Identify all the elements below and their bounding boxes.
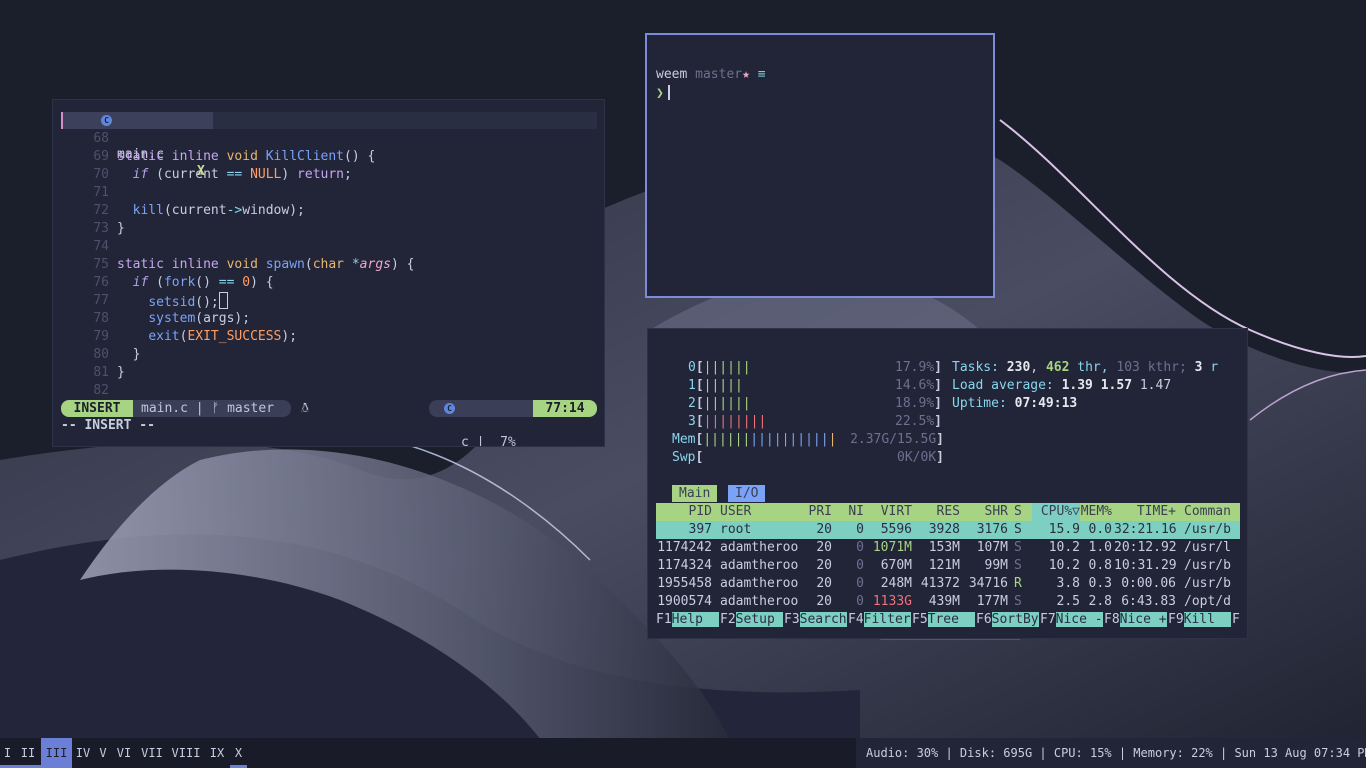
code-line: 70 if (current == NULL) return; <box>93 167 352 182</box>
f10-quit[interactable]: F <box>1232 611 1240 629</box>
code-line: 82 <box>93 383 109 398</box>
code-line: 74 <box>93 239 109 254</box>
terminal-cursor <box>667 85 670 100</box>
tab-main[interactable]: Main <box>672 485 718 502</box>
tab-io[interactable]: I/O <box>728 485 766 502</box>
cpu-meter: 0[|||||| <box>688 360 751 375</box>
htop-window[interactable]: 0[|||||| 17.9%] 1[||||| 14.6%] 2[|||||| … <box>647 328 1248 639</box>
uptime: Uptime: 07:49:13 <box>952 396 1078 411</box>
cpu-percent: 14.6%] <box>895 378 942 393</box>
col-user[interactable]: USER <box>720 503 804 521</box>
table-row[interactable]: 1174324 adamtheroo 20 0 670M 121M 99M S 10.2 0.8 1… <box>656 557 1240 575</box>
workspace-10[interactable]: X <box>230 738 247 768</box>
f7-nice-minus[interactable]: F7Nice - <box>1040 611 1103 629</box>
col-command[interactable]: Comman <box>1184 503 1240 521</box>
table-header: PID USER PRI NI VIRT RES SHR S CPU%▽ MEM… <box>656 503 1240 521</box>
cpu-percent: 17.9%] <box>895 360 942 375</box>
code-line: 78 system(args); <box>93 311 251 326</box>
statusline: INSERT main.c | ᚠ master 🐧︎ C c | 7% 77:… <box>61 400 597 446</box>
code-line: 71 <box>93 185 109 200</box>
col-res[interactable]: RES <box>914 503 960 521</box>
col-virt[interactable]: VIRT <box>866 503 912 521</box>
col-time[interactable]: TIME+ <box>1114 503 1176 521</box>
col-cpu[interactable]: CPU%▽ <box>1032 503 1080 521</box>
f8-nice-plus[interactable]: F8Nice + <box>1104 611 1167 629</box>
prompt-dir: weem <box>656 67 688 82</box>
tasks-summary: Tasks: 230, 462 thr, 103 kthr; 3 r <box>952 360 1219 375</box>
workspace-3[interactable]: III <box>41 738 72 768</box>
f3-search[interactable]: F3Search <box>784 611 847 629</box>
workspace-5[interactable]: V <box>94 738 112 768</box>
c-language-icon: C <box>444 403 455 414</box>
prompt-arrow-icon: ❯ <box>656 86 664 101</box>
stash-icon: ≡ <box>757 67 766 82</box>
command-line[interactable]: -- INSERT -- <box>61 418 155 433</box>
cursor-position: 77:14 <box>533 400 597 417</box>
tabline: C main.c X <box>61 112 597 179</box>
workspace-4[interactable]: IV <box>72 738 94 768</box>
filetype-segment: C c | 7% <box>429 400 533 446</box>
linux-icon: 🐧︎ <box>301 401 310 416</box>
code-line: 79 exit(EXIT_SUCCESS); <box>93 329 298 344</box>
load-average: Load average: 1.39 1.57 1.47 <box>952 378 1172 393</box>
table-row[interactable]: 1900574 adamtheroo 20 0 1133G 439M 177M S 2.5 2.8… <box>656 593 1240 611</box>
f2-setup[interactable]: F2Setup <box>720 611 783 629</box>
status-bar: I II III IV V VI VII VIII IX X Audio: 30… <box>0 738 1366 768</box>
cpu-percent: 18.9%] <box>895 396 942 411</box>
code-line: 76 if (fork() == 0) { <box>93 275 274 290</box>
table-row[interactable]: 1174242 adamtheroo 20 0 1071M 153M 107M S 10.2 1.… <box>656 539 1240 557</box>
f5-tree[interactable]: F5Tree <box>912 611 975 629</box>
memory-value: 2.37G/15.5G] <box>850 432 944 447</box>
col-mem[interactable]: MEM% <box>1080 503 1112 521</box>
workspace-8[interactable]: VIII <box>168 738 204 768</box>
code-line: 68 <box>93 131 109 146</box>
swap-value: 0K/0K] <box>897 450 944 465</box>
col-shr[interactable]: SHR <box>962 503 1008 521</box>
code-line: 75 static inline void spawn(char *args) { <box>93 257 415 272</box>
tab-main-c[interactable]: C main.c X <box>61 112 213 179</box>
cpu-meter: 1[||||| <box>688 378 743 393</box>
cpu-meter: 3[|||||||| <box>688 414 767 429</box>
code-line: 69 static inline void KillClient() { <box>93 149 376 164</box>
function-key-bar: F1Help F2Setup F3Search F4Filter F5Tree … <box>656 611 1240 629</box>
process-table[interactable]: PID USER PRI NI VIRT RES SHR S CPU%▽ MEM… <box>656 503 1240 611</box>
code-line: 73} <box>93 221 125 236</box>
f4-filter[interactable]: F4Filter <box>848 611 911 629</box>
workspace-1[interactable]: I <box>0 738 15 768</box>
prompt-line[interactable]: ❯ <box>656 85 670 101</box>
code-line: 80 } <box>93 347 141 362</box>
col-ni[interactable]: NI <box>836 503 864 521</box>
terminal-window[interactable]: weem master★ ≡ ❯ <box>645 33 995 298</box>
workspace-6[interactable]: VI <box>112 738 136 768</box>
file-branch-segment: main.c | ᚠ master <box>133 400 291 417</box>
prompt-info: weem master★ ≡ <box>656 67 766 82</box>
workspace-9[interactable]: IX <box>204 738 230 768</box>
workspace-7[interactable]: VII <box>136 738 168 768</box>
c-language-icon: C <box>101 115 112 126</box>
editor-window[interactable]: C main.c X 68 69 static inline void KillC… <box>52 99 605 447</box>
swap-meter: Swp[ <box>672 450 704 465</box>
mode-indicator: INSERT <box>61 400 133 417</box>
table-row[interactable]: 1955458 adamtheroo 20 0 248M 41372 34716 R 3.8 0.… <box>656 575 1240 593</box>
system-status: Audio: 30% | Disk: 695G | CPU: 15% | Mem… <box>856 738 1366 768</box>
code-line: 77 setsid(); <box>61 292 601 310</box>
code-line: 81} <box>93 365 125 380</box>
code-line: 72 kill(current->window); <box>93 203 305 218</box>
cpu-meter: 2[|||||| <box>688 396 751 411</box>
prompt-branch: master <box>695 67 743 82</box>
cpu-percent: 22.5%] <box>895 414 942 429</box>
f1-help[interactable]: F1Help <box>656 611 719 629</box>
memory-meter: Mem[||||||||||||||||| <box>672 432 837 447</box>
col-pid[interactable]: PID <box>656 503 712 521</box>
f9-kill[interactable]: F9Kill <box>1168 611 1231 629</box>
code-area[interactable]: 68 69 static inline void KillClient() { 7… <box>61 130 601 400</box>
f6-sortby[interactable]: F6SortBy <box>976 611 1039 629</box>
workspace-2[interactable]: II <box>15 738 41 768</box>
col-pri[interactable]: PRI <box>804 503 832 521</box>
dirty-icon: ★ <box>742 67 750 82</box>
text-cursor <box>218 292 228 309</box>
table-row[interactable]: 397 root 20 0 5596 3928 3176 S 15.9 0.0 32:21.16/u… <box>656 521 1240 539</box>
col-state[interactable]: S <box>1014 503 1024 521</box>
